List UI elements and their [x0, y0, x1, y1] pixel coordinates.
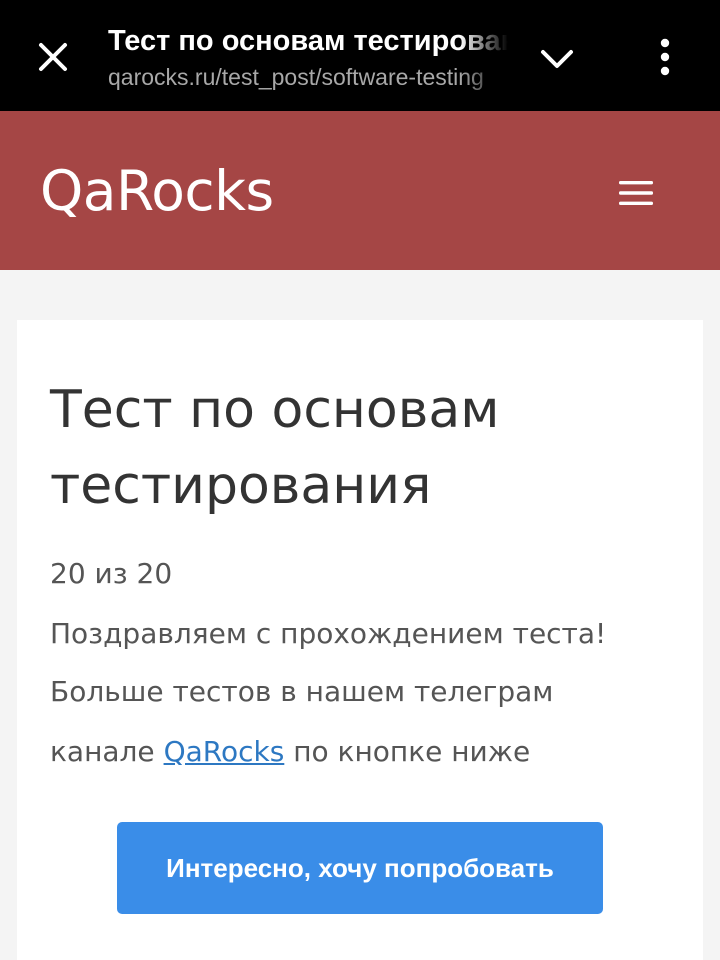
close-tab-button[interactable] — [28, 32, 78, 82]
tab-url[interactable]: qarocks.ru/test_post/software-testing — [108, 60, 508, 94]
score-text: 20 из 20 — [50, 557, 173, 590]
site-logo[interactable]: QaRocks — [40, 159, 274, 223]
browser-menu-button[interactable] — [640, 32, 690, 82]
tab-title: Тест по основам тестирования — [108, 25, 508, 57]
post-card: Тест по основам тестирования 20 из 20 По… — [17, 320, 703, 960]
channel-suffix: по кнопке ниже — [284, 735, 531, 768]
congrats-text: Поздравляем с прохождением теста! — [50, 617, 607, 650]
close-icon — [39, 43, 67, 71]
telegram-channel-link[interactable]: QaRocks — [164, 735, 285, 768]
nav-menu-button[interactable] — [612, 169, 660, 217]
hamburger-icon — [619, 181, 653, 205]
browser-toolbar: Тест по основам тестирования qarocks.ru/… — [0, 0, 720, 111]
try-it-button[interactable]: Интересно, хочу попробовать — [117, 822, 603, 914]
minimize-tab-button[interactable] — [532, 34, 582, 84]
tab-info: Тест по основам тестирования qarocks.ru/… — [108, 22, 508, 94]
more-tests-text: Больше тестов в нашем телеграм — [50, 675, 554, 708]
site-header: QaRocks — [0, 111, 720, 270]
channel-text: канале QaRocks по кнопке ниже — [50, 732, 690, 772]
chevron-down-icon — [541, 50, 573, 68]
channel-prefix: канале — [50, 735, 164, 768]
more-vertical-icon — [660, 38, 670, 76]
page-title: Тест по основам тестирования — [50, 380, 500, 516]
